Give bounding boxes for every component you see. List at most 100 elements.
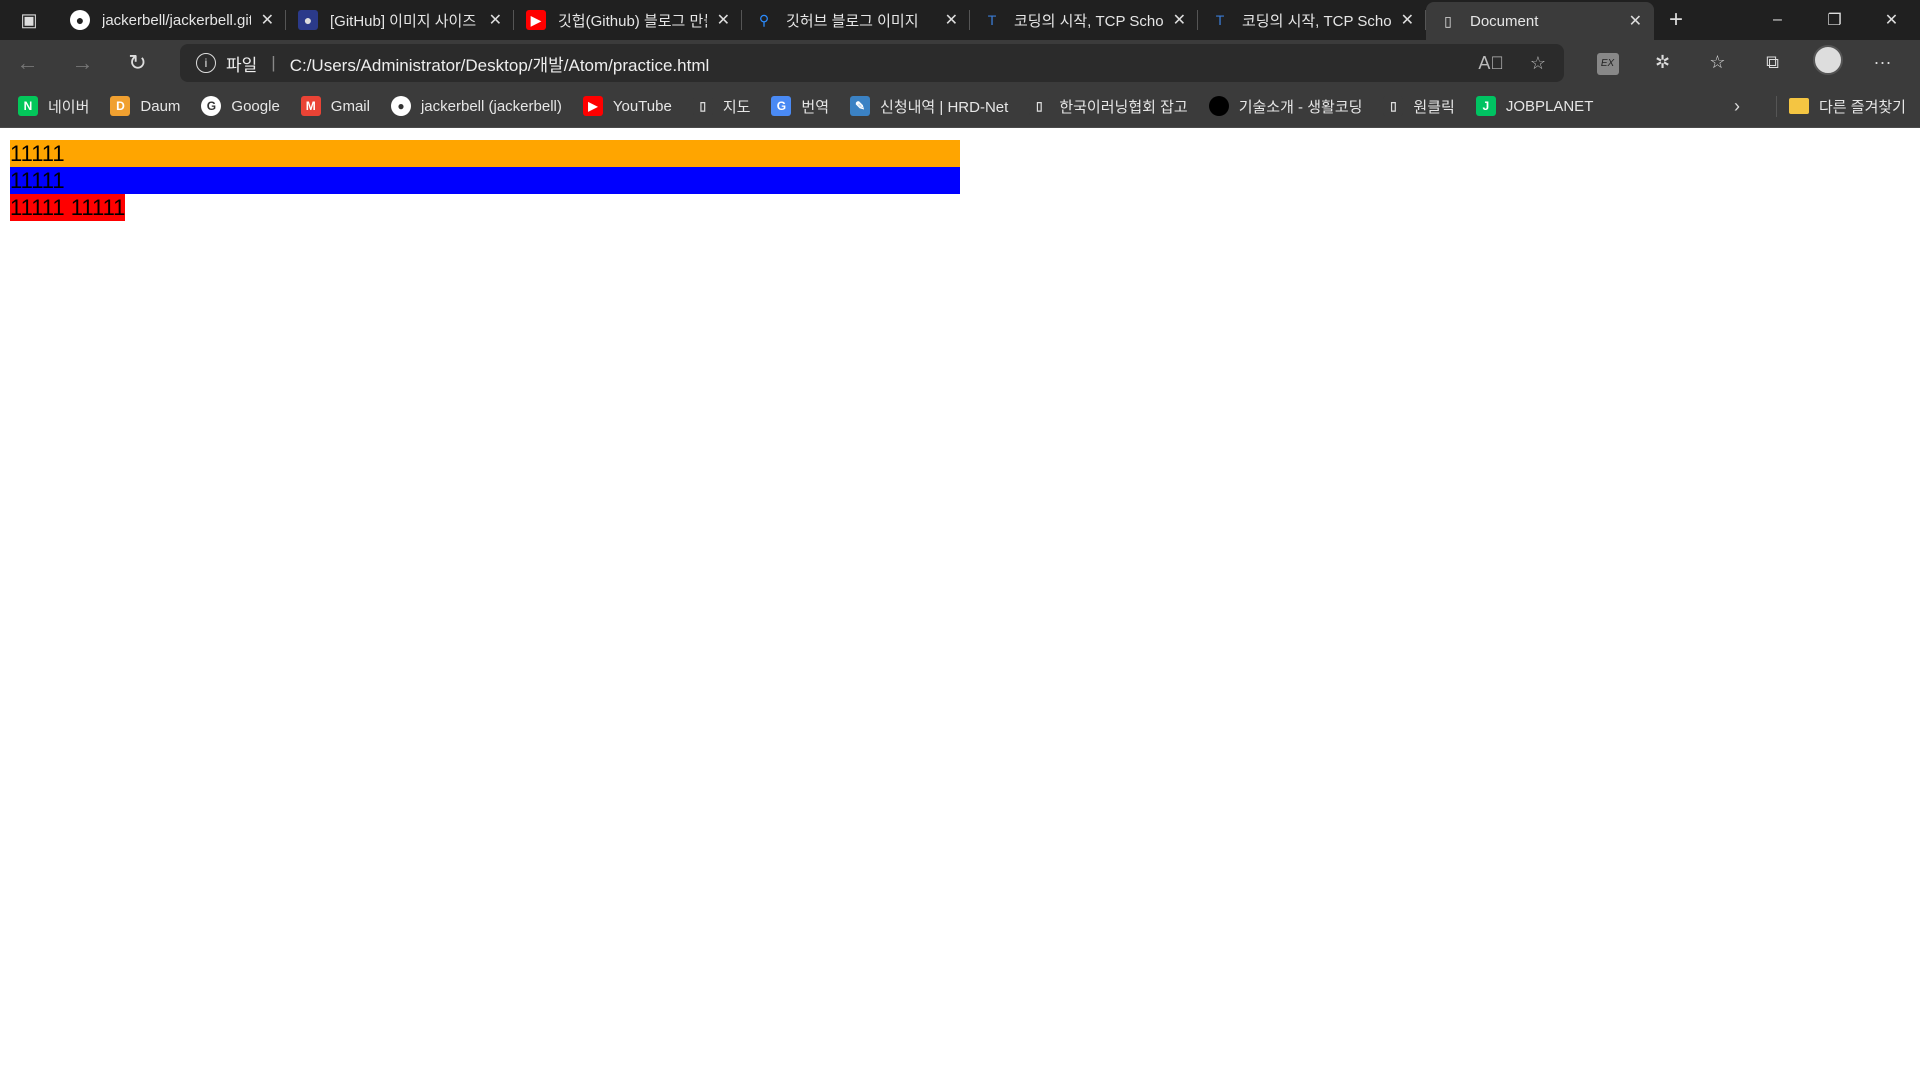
- folder-icon: [1789, 98, 1809, 114]
- circle-icon: [1208, 96, 1229, 116]
- tab[interactable]: ▯ Document ✕: [1426, 2, 1654, 40]
- tcpschool-icon: T: [1215, 12, 1225, 28]
- profile-avatar[interactable]: [1800, 45, 1855, 80]
- github-icon: ●: [390, 96, 411, 116]
- new-tab-button[interactable]: +: [1654, 0, 1698, 40]
- page-content: 11111 11111 11111 11111: [0, 128, 1920, 1080]
- hrdnet-icon: ✎: [850, 96, 871, 116]
- bookmarks-bar: N 네이버 D Daum G Google M Gmail ● jackerbell (jacke…: [0, 85, 1920, 128]
- tab[interactable]: ⚲ 깃허브 블로그 이미지 ✕: [742, 0, 970, 40]
- page-icon: ▯: [692, 96, 713, 116]
- close-tab-icon[interactable]: ✕: [717, 10, 730, 30]
- youtube-icon: ▶: [582, 96, 603, 116]
- bookmark-item[interactable]: ▯ 원클릭: [1383, 96, 1455, 117]
- page-icon: ▯: [1029, 96, 1050, 116]
- add-favorite-icon[interactable]: ☆: [1530, 53, 1546, 74]
- close-tab-icon[interactable]: ✕: [1401, 10, 1414, 30]
- jobplanet-icon: J: [1475, 96, 1496, 116]
- bookmark-label: jackerbell (jackerbell): [420, 97, 562, 115]
- bookmark-label: Daum: [140, 97, 181, 115]
- bookmark-item[interactable]: ✎ 신청내역 | HRD-Net: [850, 96, 1008, 117]
- favorites-icon[interactable]: ☆: [1690, 52, 1745, 73]
- tab-title: 코딩의 시작, TCP School: [1242, 12, 1391, 30]
- extension-ex-icon[interactable]: EX: [1580, 50, 1635, 75]
- back-button[interactable]: ←: [0, 50, 55, 76]
- address-bar[interactable]: i 파일 | C:/Users/Administrator/Desktop/개발…: [180, 44, 1564, 82]
- window-controls: – ❐ ✕: [1749, 0, 1920, 40]
- bookmark-label: YouTube: [612, 97, 672, 115]
- bookmark-item[interactable]: G 번역: [771, 96, 829, 117]
- other-bookmarks[interactable]: 다른 즐겨찾기: [1776, 95, 1906, 117]
- bookmark-label: 한국이러닝협회 잡고: [1059, 98, 1188, 116]
- close-tab-icon[interactable]: ✕: [261, 10, 274, 30]
- other-bookmarks-label: 다른 즐겨찾기: [1819, 98, 1906, 116]
- bookmark-label: JOBPLANET: [1505, 97, 1594, 115]
- bookmark-item[interactable]: M Gmail: [300, 96, 370, 116]
- youtube-icon: ▶: [526, 10, 546, 30]
- tab[interactable]: ● jackerbell/jackerbell.github.io ✕: [58, 0, 286, 40]
- bookmark-label: 기술소개 - 생활코딩: [1238, 98, 1363, 116]
- bookmark-label: 원클릭: [1413, 98, 1455, 116]
- tab-title: [GitHub] 이미지 사이즈: [330, 12, 477, 30]
- tab-bar: ▣ ● jackerbell/jackerbell.github.io ✕ ● [Git…: [0, 0, 1920, 40]
- bookmark-item[interactable]: J JOBPLANET: [1475, 96, 1594, 116]
- orange-box: 11111: [10, 140, 960, 167]
- collections-icon[interactable]: ⧉: [1745, 52, 1800, 73]
- info-icon[interactable]: i: [196, 53, 216, 73]
- bookmark-label: 번역: [801, 98, 830, 116]
- minimize-button[interactable]: –: [1749, 0, 1806, 40]
- bookmark-item[interactable]: ● jackerbell (jackerbell): [390, 96, 562, 116]
- search-icon: ⚲: [758, 11, 770, 28]
- divider: |: [271, 53, 276, 72]
- tab-title: 깃헙(Github) 블로그 만들기: [558, 12, 707, 30]
- tab-actions-icon[interactable]: ▣: [0, 0, 58, 40]
- tab-title: 코딩의 시작, TCP School: [1014, 12, 1163, 30]
- bookmark-item[interactable]: ▯ 한국이러닝협회 잡고: [1029, 96, 1188, 117]
- tab[interactable]: ▶ 깃헙(Github) 블로그 만들기 ✕: [514, 0, 742, 40]
- bookmark-item[interactable]: N 네이버: [18, 96, 89, 117]
- daum-icon: D: [110, 96, 131, 116]
- tab-title: jackerbell/jackerbell.github.io: [102, 11, 251, 29]
- google-icon: G: [201, 96, 222, 116]
- tab[interactable]: ● [GitHub] 이미지 사이즈 ✕: [286, 0, 514, 40]
- gmail-icon: M: [300, 96, 321, 116]
- tab-title: 깃허브 블로그 이미지: [786, 12, 919, 30]
- toolbar-actions: EX ✲ ☆ ⧉ ···: [1580, 40, 1910, 85]
- naver-icon: N: [18, 96, 38, 116]
- tab[interactable]: T 코딩의 시작, TCP School ✕: [970, 0, 1198, 40]
- red-box: 11111 11111: [10, 194, 126, 221]
- bookmark-label: Gmail: [330, 97, 370, 115]
- page-icon: ▯: [1444, 12, 1452, 29]
- bookmark-item[interactable]: ▯ 지도: [692, 96, 751, 117]
- forward-button[interactable]: →: [55, 50, 110, 76]
- translate-icon: G: [771, 96, 792, 116]
- tcpschool-icon: T: [987, 12, 997, 28]
- bookmark-item[interactable]: 기술소개 - 생활코딩: [1208, 96, 1363, 117]
- restore-button[interactable]: ❐: [1806, 0, 1863, 40]
- close-tab-icon[interactable]: ✕: [1173, 10, 1186, 30]
- close-tab-icon[interactable]: ✕: [489, 10, 502, 30]
- refresh-button[interactable]: ↻: [110, 50, 165, 76]
- bookmark-label: 네이버: [48, 98, 90, 116]
- page-icon: ▯: [1383, 96, 1404, 116]
- bookmark-item[interactable]: ▶ YouTube: [582, 96, 672, 116]
- toolbar: ← → ↻ i 파일 | C:/Users/Administrator/Desk…: [0, 40, 1920, 85]
- close-tab-icon[interactable]: ✕: [1629, 11, 1642, 31]
- tab[interactable]: T 코딩의 시작, TCP School ✕: [1198, 0, 1426, 40]
- extensions-icon[interactable]: ✲: [1635, 52, 1690, 73]
- tab-title: Document: [1470, 12, 1539, 30]
- close-tab-icon[interactable]: ✕: [945, 10, 958, 30]
- more-menu-icon[interactable]: ···: [1855, 52, 1910, 73]
- bookmark-label: 신청내역 | HRD-Net: [880, 98, 1009, 116]
- bookmark-label: 지도: [722, 98, 751, 116]
- bookmark-label: Google: [231, 97, 280, 115]
- bookmark-item[interactable]: G Google: [201, 96, 280, 116]
- close-window-button[interactable]: ✕: [1863, 0, 1920, 40]
- bookmark-item[interactable]: D Daum: [110, 96, 180, 116]
- scheme-label: 파일: [226, 55, 258, 75]
- read-aloud-icon[interactable]: A᪲: [1478, 53, 1504, 74]
- url-text[interactable]: C:/Users/Administrator/Desktop/개발/Atom/p…: [290, 51, 710, 76]
- chevron-right-icon[interactable]: ›: [1734, 96, 1740, 117]
- site-icon: ●: [298, 10, 318, 30]
- bookmark-list: N 네이버 D Daum G Google M Gmail ● jackerbell (jacke…: [18, 96, 1614, 117]
